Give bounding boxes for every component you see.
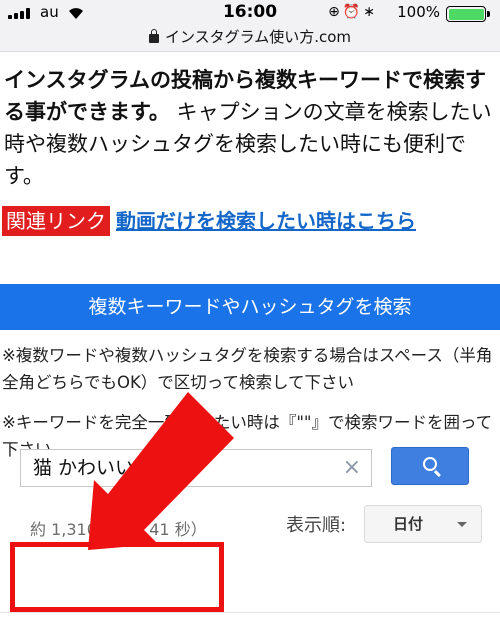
search-input[interactable]: 猫 かわいい ×	[20, 449, 372, 487]
clear-icon[interactable]: ×	[343, 456, 361, 480]
video-search-link[interactable]: 動画だけを検索したい時はこちら	[116, 206, 416, 236]
url-bar[interactable]: インスタグラム使い方.com	[0, 26, 500, 50]
lock-icon	[148, 29, 159, 43]
sort-value: 日付	[393, 515, 424, 533]
battery-icon	[446, 6, 490, 22]
result-count: 約 1,310 件（0.41 秒）	[30, 520, 207, 539]
search-icon	[423, 457, 437, 471]
url-text: インスタグラム使い方.com	[164, 28, 352, 46]
search-query: 猫 かわいい	[33, 457, 135, 479]
related-link-row: 関連リンク 動画だけを検索したい時はこちら	[2, 206, 416, 236]
highlight-box	[10, 542, 224, 612]
bluetooth-icon: ∗	[363, 4, 378, 20]
battery-fill	[448, 8, 484, 20]
search-note-multiple: ※複数ワードや複数ハッシュタグを検索する場合はスペース（半角全角どちらでもOK）…	[2, 346, 493, 392]
orientation-lock-icon: ⊕	[328, 4, 343, 20]
alarm-icon: ⏰	[342, 4, 364, 20]
related-badge: 関連リンク	[2, 206, 110, 236]
sort-label: 表示順:	[286, 515, 347, 536]
status-bar: au 16:00 ⊕⏰∗ 100%	[0, 0, 500, 26]
search-banner: 複数キーワードやハッシュタグを検索	[0, 284, 500, 330]
battery-percent: 100%	[397, 3, 440, 21]
intro-text: インスタグラムの投稿から複数キーワードで検索する事ができます。 キャプションの文…	[4, 64, 494, 192]
sort-select[interactable]: 日付	[364, 505, 482, 543]
search-button[interactable]	[391, 447, 469, 485]
chevron-down-icon	[457, 522, 467, 527]
browser-top-bar: au 16:00 ⊕⏰∗ 100% インスタグラム使い方.com	[0, 0, 500, 52]
divider	[0, 612, 500, 613]
status-icons: ⊕⏰∗	[328, 4, 378, 20]
